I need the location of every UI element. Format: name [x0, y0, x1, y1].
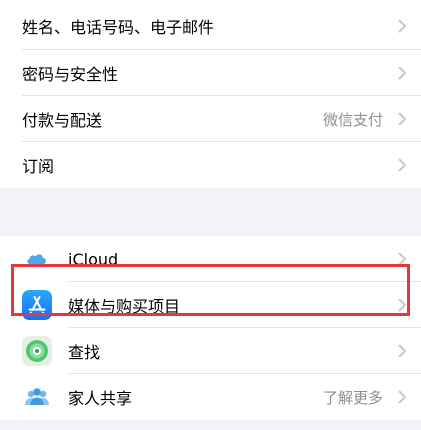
payment-shipping-row[interactable]: 付款与配送 微信支付 [0, 96, 421, 142]
chevron-right-icon [398, 158, 406, 172]
payment-shipping-label: 付款与配送 [22, 111, 103, 130]
family-sharing-icon [22, 382, 52, 412]
chevron-right-icon [398, 252, 406, 266]
chevron-right-icon [398, 112, 406, 126]
subscriptions-label: 订阅 [22, 157, 55, 176]
media-purchases-row[interactable]: 媒体与购买项目 [0, 282, 421, 328]
icloud-label: iCloud [68, 249, 119, 269]
settings-screen: 姓名、电话号码、电子邮件 密码与安全性 付款与配送 微信支付 订阅 iCloud [0, 0, 421, 430]
name-phone-email-label: 姓名、电话号码、电子邮件 [22, 18, 215, 37]
find-my-icon [22, 336, 52, 366]
services-group: iCloud 媒体与购买项目 查找 家人共享 了解更多 [0, 236, 421, 420]
password-security-label: 密码与安全性 [22, 65, 119, 84]
chevron-right-icon [398, 19, 406, 33]
media-purchases-label: 媒体与购买项目 [68, 297, 181, 316]
password-security-row[interactable]: 密码与安全性 [0, 50, 421, 96]
app-store-icon [22, 290, 52, 320]
find-my-row[interactable]: 查找 [0, 328, 421, 374]
payment-method-value: 微信支付 [322, 110, 383, 129]
chevron-right-icon [398, 298, 406, 312]
chevron-right-icon [398, 344, 406, 358]
family-sharing-row[interactable]: 家人共享 了解更多 [0, 374, 421, 420]
find-my-label: 查找 [68, 343, 101, 362]
chevron-right-icon [398, 66, 406, 80]
subscriptions-row[interactable]: 订阅 [0, 142, 421, 188]
family-sharing-label: 家人共享 [68, 389, 133, 408]
icloud-row[interactable]: iCloud [0, 236, 421, 282]
chevron-right-icon [398, 390, 406, 404]
learn-more-link[interactable]: 了解更多 [323, 387, 383, 408]
icloud-icon [22, 244, 52, 274]
section-separator [0, 188, 421, 236]
account-settings-group: 姓名、电话号码、电子邮件 密码与安全性 付款与配送 微信支付 订阅 [0, 0, 421, 188]
name-phone-email-row[interactable]: 姓名、电话号码、电子邮件 [0, 2, 421, 50]
